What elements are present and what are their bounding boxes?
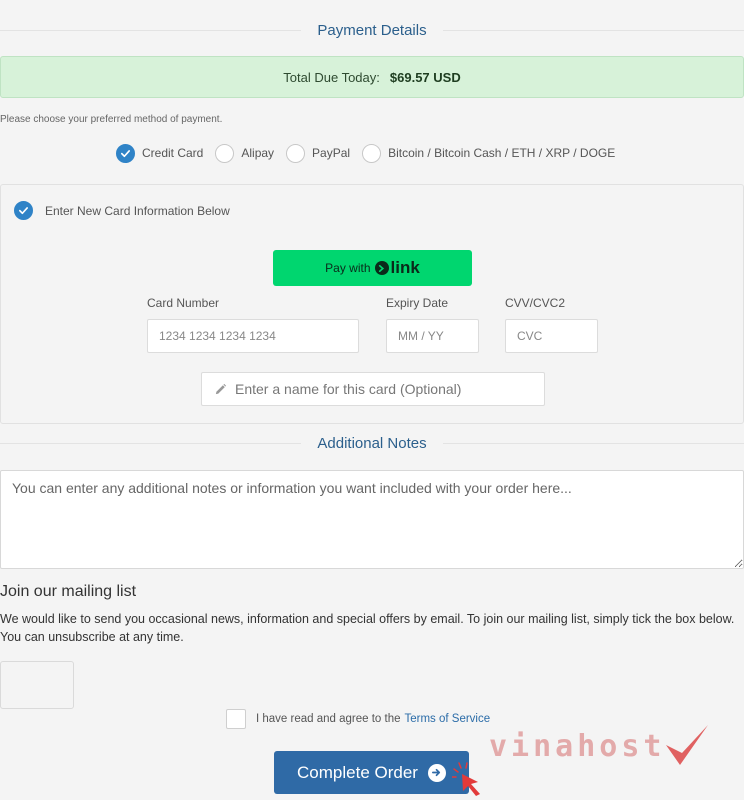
check-icon [14, 201, 33, 220]
tos-row: I have read and agree to the Terms of Se… [226, 709, 490, 729]
watermark-text: vinahost [489, 728, 666, 764]
radio-icon [286, 143, 306, 163]
additional-notes-header: Additional Notes [0, 428, 744, 458]
payment-option-label: Alipay [241, 146, 275, 160]
payment-option-label: Bitcoin / Bitcoin Cash / ETH / XRP / DOG… [388, 146, 616, 160]
tos-text: I have read and agree to the [256, 713, 401, 725]
watermark: vinahost [489, 716, 714, 776]
payment-details-header: Payment Details [0, 15, 744, 45]
card-name-input[interactable] [235, 381, 544, 397]
card-name-field[interactable] [201, 372, 545, 406]
link-arrow-icon [374, 261, 389, 275]
pay-with-prefix: Pay with [325, 261, 371, 275]
complete-order-label: Complete Order [297, 762, 418, 782]
radio-icon [362, 143, 382, 163]
arrow-right-circle-icon [427, 763, 446, 782]
card-number-label: Card Number [147, 296, 220, 310]
payment-method-options: Credit Card Alipay PayPal Bitcoin / Bitc… [116, 142, 627, 164]
new-card-option[interactable]: Enter New Card Information Below [14, 201, 230, 220]
payment-option-crypto[interactable]: Bitcoin / Bitcoin Cash / ETH / XRP / DOG… [362, 143, 616, 163]
card-info-panel: Enter New Card Information Below Pay wit… [0, 184, 744, 424]
total-due-bar: Total Due Today: $69.57 USD [0, 56, 744, 98]
tos-link[interactable]: Terms of Service [405, 713, 491, 725]
checkmark-logo-icon [665, 725, 708, 765]
mailing-list-toggle[interactable] [0, 661, 74, 709]
card-number-input[interactable] [147, 319, 359, 353]
mailing-list-title: Join our mailing list [0, 583, 137, 600]
tos-checkbox[interactable] [226, 709, 246, 729]
total-due-amount: $69.57 USD [389, 69, 461, 85]
total-due-label: Total Due Today: [283, 69, 380, 85]
link-logo: link [374, 258, 420, 278]
payment-method-prompt: Please choose your preferred method of p… [0, 114, 223, 125]
link-brand-text: link [390, 258, 420, 277]
payment-option-label: Credit Card [142, 146, 204, 160]
payment-option-label: PayPal [312, 146, 351, 160]
additional-notes-textarea[interactable] [0, 470, 744, 569]
expiry-date-input[interactable] [386, 319, 479, 353]
new-card-label: Enter New Card Information Below [45, 203, 230, 218]
payment-option-paypal[interactable]: PayPal [286, 143, 351, 163]
payment-option-credit-card[interactable]: Credit Card [116, 143, 204, 163]
mailing-list-text: We would like to send you occasional new… [0, 612, 735, 644]
radio-icon [215, 143, 235, 163]
cvc-input[interactable] [505, 319, 598, 353]
cvc-label: CVV/CVC2 [505, 296, 566, 310]
complete-order-button[interactable]: Complete Order [274, 751, 469, 794]
pencil-icon [215, 383, 227, 394]
check-icon [116, 143, 135, 163]
pay-with-link-button[interactable]: Pay with link [273, 250, 472, 286]
additional-notes-title: Additional Notes [301, 434, 443, 452]
expiry-date-label: Expiry Date [386, 296, 449, 310]
payment-details-title: Payment Details [301, 21, 443, 39]
payment-option-alipay[interactable]: Alipay [215, 143, 275, 163]
